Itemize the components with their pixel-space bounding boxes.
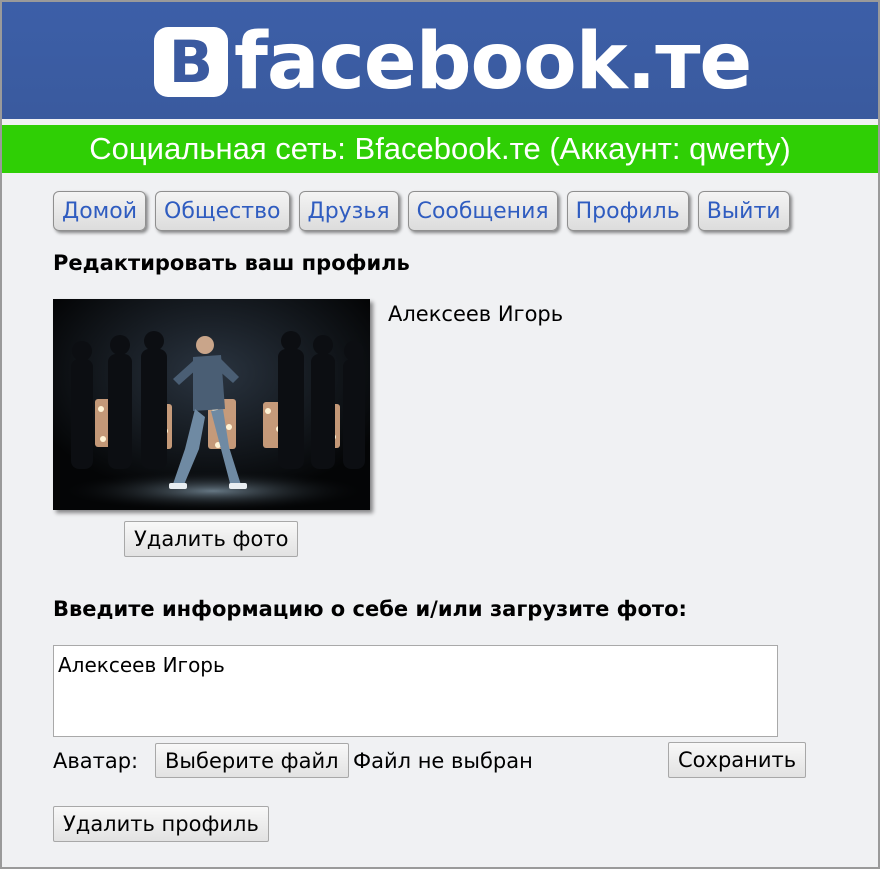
delete-photo-button[interactable]: Удалить фото <box>124 521 299 557</box>
profile-photo <box>53 299 370 510</box>
save-button[interactable]: Сохранить <box>668 742 807 778</box>
logo-wordmark: facebook.те <box>234 17 752 107</box>
main-nav: Домой Общество Друзья Сообщения Профиль … <box>53 191 799 231</box>
nav-home-button[interactable]: Домой <box>53 191 147 231</box>
info-form-heading: Введите информацию о себе и/или загрузит… <box>53 597 687 621</box>
page-frame: B facebook.те Социальная сеть: Bfacebook… <box>0 0 880 869</box>
nav-messages-button[interactable]: Сообщения <box>407 191 558 231</box>
delete-profile-button[interactable]: Удалить профиль <box>53 806 269 842</box>
avatar-label: Аватар: <box>53 749 139 773</box>
about-textarea[interactable]: Алексеев Игорь <box>53 645 778 737</box>
nav-members-button[interactable]: Общество <box>155 191 290 231</box>
logo-letter-box: B <box>154 27 228 97</box>
nav-profile-button[interactable]: Профиль <box>566 191 689 231</box>
nav-logout-button[interactable]: Выйти <box>697 191 790 231</box>
logo-banner: B facebook.те <box>2 2 878 119</box>
site-logo[interactable]: B facebook.те <box>154 17 752 107</box>
choose-file-button[interactable]: Выберите файл <box>155 743 349 778</box>
profile-name: Алексеев Игорь <box>388 302 564 326</box>
page-title-bar: Социальная сеть: Bfacebook.те (Аккаунт: … <box>2 125 878 173</box>
nav-friends-button[interactable]: Друзья <box>298 191 399 231</box>
no-file-text: Файл не выбран <box>353 749 533 773</box>
edit-profile-heading: Редактировать ваш профиль <box>53 251 410 275</box>
